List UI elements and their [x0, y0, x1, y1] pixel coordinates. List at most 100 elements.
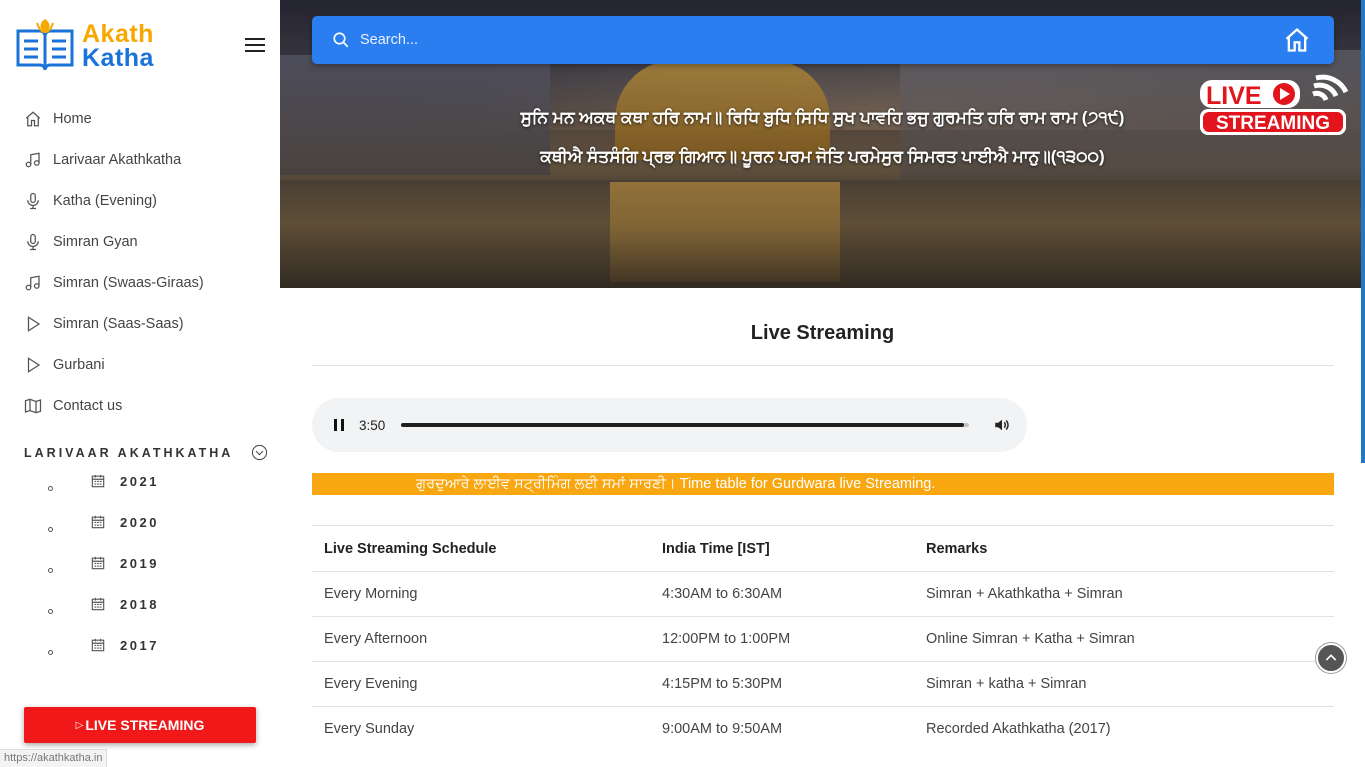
- search-input[interactable]: [360, 32, 1283, 48]
- column-header: Remarks: [914, 525, 1334, 572]
- larivaar-section-header[interactable]: LARIVAAR AKATHKATHA: [24, 444, 268, 461]
- play-icon: [27, 356, 41, 373]
- logo-line-1: Akath: [82, 20, 154, 48]
- year-label: 2017: [120, 638, 159, 653]
- table-row: Every Afternoon 12:00PM to 1:00PM Online…: [312, 616, 1334, 662]
- table-header-row: Live Streaming Schedule India Time [IST]…: [312, 525, 1334, 572]
- sidebar-item-label: Simran Gyan: [53, 233, 138, 250]
- year-item-2021[interactable]: 2021: [44, 470, 244, 511]
- table-cell: Recorded Akathkatha (2017): [914, 706, 1334, 752]
- sidebar-item-larivaar-akathkatha[interactable]: Larivaar Akathkatha: [24, 139, 264, 180]
- bullet: [48, 486, 53, 491]
- status-bar-url: https://akathkatha.in: [0, 749, 108, 767]
- play-icon: ▷: [75, 719, 84, 731]
- year-label: 2021: [120, 474, 159, 489]
- player-progress-fill: [401, 423, 964, 427]
- logo-book-icon: [16, 19, 74, 71]
- search-icon[interactable]: [332, 31, 350, 49]
- table-cell: Online Simran + Katha + Simran: [914, 616, 1334, 662]
- year-item-2020[interactable]: 2020: [44, 511, 244, 552]
- sidebar-item-label: Simran (Saas-Saas): [53, 315, 184, 332]
- sidebar-item-label: Contact us: [53, 397, 123, 414]
- sidebar-item-simran-gyan[interactable]: Simran Gyan: [24, 221, 264, 262]
- live-streaming-button-label: LIVE STREAMING: [85, 717, 205, 733]
- table-cell: Simran + katha + Simran: [914, 661, 1334, 707]
- home-icon: [25, 110, 41, 126]
- map-icon: [24, 398, 42, 413]
- table-cell: 12:00PM to 1:00PM: [650, 616, 914, 662]
- sidebar-item-simran-saas-saas[interactable]: Simran (Saas-Saas): [24, 303, 264, 344]
- pause-icon[interactable]: [334, 419, 344, 431]
- badge-line-1: LIVE: [1206, 82, 1262, 110]
- home-icon[interactable]: [1283, 26, 1311, 54]
- calendar-icon: [91, 638, 105, 652]
- hamburger-menu-icon[interactable]: [245, 38, 265, 54]
- live-streaming-badge: LIVE STREAMING: [1200, 74, 1349, 135]
- page-title: Live Streaming: [750, 322, 895, 344]
- table-cell: Every Sunday: [312, 706, 650, 752]
- music-icon: [25, 151, 40, 167]
- table-cell: Every Afternoon: [312, 616, 650, 662]
- sidebar-item-contact-us[interactable]: Contact us: [24, 385, 264, 426]
- bullet: [48, 609, 53, 614]
- gurbani-line-2: ਕਥੀਐ ਸੰਤਸੰਗਿ ਪ੍ਰਭ ਗਿਆਨ॥ ਪੂਰਨ ਪਰਮ ਜੋਤਿ ਪਰ…: [540, 147, 1105, 166]
- year-item-2017[interactable]: 2017: [44, 634, 244, 675]
- music-icon: [25, 274, 40, 290]
- bullet: [48, 527, 53, 532]
- year-item-2018[interactable]: 2018: [44, 593, 244, 634]
- divider: [312, 365, 1334, 366]
- table-cell: Every Evening: [312, 661, 650, 707]
- calendar-icon: [91, 556, 105, 570]
- logo-text: Akath Katha: [82, 20, 154, 72]
- table-row: Every Sunday 9:00AM to 9:50AM Recorded A…: [312, 706, 1334, 752]
- year-label: 2020: [120, 515, 159, 530]
- column-header: India Time [IST]: [650, 525, 914, 572]
- sidebar-item-label: Simran (Swaas-Giraas): [53, 274, 204, 291]
- sidebar-item-label: Larivaar Akathkatha: [53, 151, 182, 168]
- section-title: LARIVAAR AKATHKATHA: [24, 445, 234, 460]
- play-icon: [27, 315, 41, 332]
- notice-punjabi: ਗੁਰਦੁਆਰੇ ਲਾਈਵ ਸਟ੍ਰੀਮਿੰਗ ਲਈ ਸਮਾਂ ਸਾਰਣੀ।: [416, 476, 676, 492]
- volume-icon[interactable]: [993, 416, 1011, 434]
- schedule-notice-marquee: ਗੁਰਦੁਆਰੇ ਲਾਈਵ ਸਟ੍ਰੀਮਿੰਗ ਲਈ ਸਮਾਂ ਸਾਰਣੀ। T…: [312, 473, 1334, 495]
- table-cell: Simran + Akathkatha + Simran: [914, 571, 1334, 617]
- year-item-2019[interactable]: 2019: [44, 552, 244, 593]
- chevron-down-circle-icon[interactable]: [251, 444, 268, 461]
- player-progress-bar[interactable]: [401, 423, 970, 427]
- badge-line-2: STREAMING: [1216, 113, 1330, 134]
- audio-player: 3:50: [312, 398, 1027, 452]
- year-label: 2019: [120, 556, 159, 571]
- live-streaming-button[interactable]: ▷ LIVE STREAMING: [24, 707, 256, 743]
- calendar-icon: [91, 474, 105, 488]
- hero-banner: ਸੁਨਿ ਮਨ ਅਕਥ ਕਥਾ ਹਰਿ ਨਾਮ॥ ਰਿਧਿ ਬੁਧਿ ਸਿਧਿ …: [280, 0, 1365, 288]
- scrollbar[interactable]: [1361, 0, 1365, 463]
- scroll-to-top-button[interactable]: [1316, 643, 1346, 673]
- sidebar-item-katha-evening[interactable]: Katha (Evening): [24, 180, 264, 221]
- mic-icon: [27, 233, 39, 250]
- table-cell: Every Morning: [312, 571, 650, 617]
- search-bar: [312, 16, 1334, 64]
- table-cell: 4:15PM to 5:30PM: [650, 661, 914, 707]
- mic-icon: [27, 192, 39, 209]
- year-list: 2021 2020 2019 2018 2017: [44, 470, 244, 675]
- sidebar-item-home[interactable]: Home: [24, 98, 264, 139]
- calendar-icon: [91, 597, 105, 611]
- table-cell: 4:30AM to 6:30AM: [650, 571, 914, 617]
- calendar-icon: [91, 515, 105, 529]
- sidebar-item-simran-swaas-giraas[interactable]: Simran (Swaas-Giraas): [24, 262, 264, 303]
- sidebar-item-gurbani[interactable]: Gurbani: [24, 344, 264, 385]
- column-header: Live Streaming Schedule: [312, 525, 650, 572]
- sidebar-nav: Home Larivaar Akathkatha Katha (Evening)…: [24, 98, 264, 426]
- sidebar-item-label: Gurbani: [53, 356, 105, 373]
- table-row: Every Evening 4:15PM to 5:30PM Simran + …: [312, 661, 1334, 707]
- sidebar-item-label: Home: [53, 110, 92, 127]
- table-cell: 9:00AM to 9:50AM: [650, 706, 914, 752]
- notice-english: Time table for Gurdwara live Streaming.: [675, 476, 936, 492]
- notice-text: ਗੁਰਦੁਆਰੇ ਲਾਈਵ ਸਟ੍ਰੀਮਿੰਗ ਲਈ ਸਮਾਂ ਸਾਰਣੀ। T…: [416, 473, 935, 495]
- site-logo[interactable]: Akath Katha: [14, 15, 154, 77]
- chevron-up-icon: [1325, 654, 1337, 661]
- sidebar-item-label: Katha (Evening): [53, 192, 157, 209]
- bullet: [48, 650, 53, 655]
- year-label: 2018: [120, 597, 159, 612]
- logo-line-2: Katha: [82, 44, 154, 72]
